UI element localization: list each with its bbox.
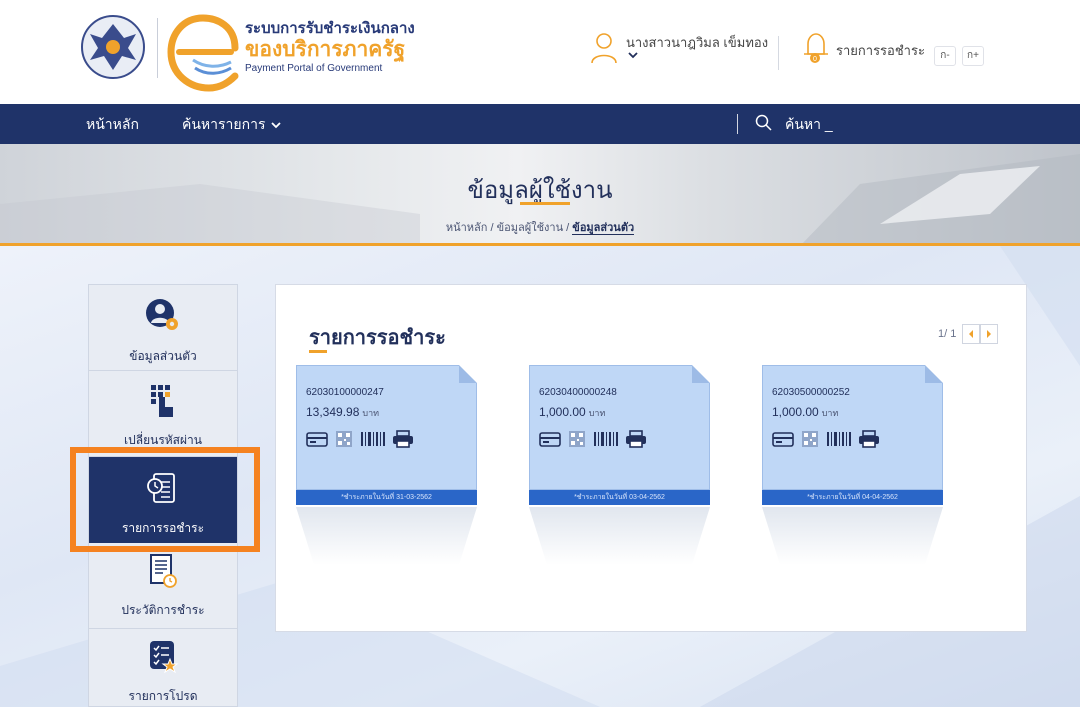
card-reflection xyxy=(762,507,943,565)
nav-separator xyxy=(737,114,738,134)
history-document-icon xyxy=(150,554,177,588)
prev-page-button[interactable] xyxy=(962,324,980,344)
user-menu[interactable]: นางสาวนาฎวิมล เข็มทอง xyxy=(590,26,780,74)
svg-text:0: 0 xyxy=(813,56,817,63)
credit-card-icon[interactable] xyxy=(539,429,561,449)
due-date: *ชำระภายในวันที่ 03-04-2562 xyxy=(529,490,710,505)
nav-home-label: หน้าหลัก xyxy=(86,116,139,132)
payment-amount: 1,000.00 บาท xyxy=(539,405,605,420)
card-fold xyxy=(692,365,710,383)
chevron-down-icon xyxy=(628,52,638,59)
sidebar-item-personal-info[interactable]: ข้อมูลส่วนตัว xyxy=(89,285,237,371)
breadcrumb: หน้าหลัก / ข้อมูลผู้ใช้งาน / ข้อมูลส่วนต… xyxy=(0,218,1080,236)
barcode-icon[interactable] xyxy=(826,429,852,449)
payment-methods xyxy=(539,429,699,449)
search-input[interactable]: ค้นหา _ xyxy=(755,113,955,135)
panel-title-underline xyxy=(309,350,327,353)
brand-text: ระบบการรับชำระเงินกลาง ของบริการภาครัฐ P… xyxy=(245,20,415,75)
caret-left-icon xyxy=(969,330,973,338)
sidebar-item-label: ประวัติการชำระ xyxy=(121,603,205,617)
user-icon xyxy=(591,33,617,64)
keypad-icon xyxy=(151,385,173,417)
panel-title: รายการรอชำระ xyxy=(309,327,446,349)
nav-search-items-label: ค้นหารายการ xyxy=(182,116,266,132)
search-icon xyxy=(755,114,772,131)
qr-code-icon[interactable] xyxy=(334,429,354,449)
card-reflection xyxy=(529,507,710,565)
amount-value: 1,000.00 xyxy=(539,405,586,419)
pending-payments-label: รายการรอชำระ xyxy=(836,43,925,58)
search-placeholder: ค้นหา _ xyxy=(785,116,833,132)
font-increase-button[interactable]: ก+ xyxy=(962,46,984,66)
amount-value: 13,349.98 xyxy=(306,405,360,419)
caret-right-icon xyxy=(987,330,991,338)
amount-unit: บาท xyxy=(362,408,380,418)
breadcrumb-current: ข้อมูลส่วนตัว xyxy=(572,222,635,235)
card-reflection xyxy=(296,507,477,565)
site-header: ระบบการรับชำระเงินกลาง ของบริการภาครัฐ P… xyxy=(0,0,1080,104)
pagination-text: 1/ 1 xyxy=(938,328,957,340)
brand-line-2: ของบริการภาครัฐ xyxy=(245,38,406,61)
sidebar-item-label: ข้อมูลส่วนตัว xyxy=(129,349,197,363)
payment-methods xyxy=(772,429,932,449)
payment-methods xyxy=(306,429,466,449)
title-underline xyxy=(520,202,570,205)
font-decrease-button[interactable]: ก- xyxy=(934,46,956,66)
e-payment-logo xyxy=(167,14,239,92)
payment-card[interactable]: 62030400000248 1,000.00 บาท *ชำระภายในวัน… xyxy=(529,365,710,565)
favorite-list-icon xyxy=(150,641,179,674)
breadcrumb-user-info[interactable]: ข้อมูลผู้ใช้งาน xyxy=(497,222,563,234)
next-page-button[interactable] xyxy=(980,324,998,344)
nav-home[interactable]: หน้าหลัก xyxy=(86,114,139,136)
sidebar-item-payment-history[interactable]: ประวัติการชำระ xyxy=(89,543,237,629)
amount-value: 1,000.00 xyxy=(772,405,819,419)
payment-amount: 1,000.00 บาท xyxy=(772,405,838,420)
due-date: *ชำระภายในวันที่ 31-03-2562 xyxy=(296,490,477,505)
payment-card[interactable]: 62030500000252 1,000.00 บาท *ชำระภายในวัน… xyxy=(762,365,943,565)
card-face xyxy=(296,365,477,490)
card-fold xyxy=(925,365,943,383)
sidebar-item-label: รายการโปรด xyxy=(128,689,198,703)
qr-code-icon[interactable] xyxy=(800,429,820,449)
header-separator xyxy=(778,36,779,70)
user-gear-icon xyxy=(146,299,178,330)
qr-code-icon[interactable] xyxy=(567,429,587,449)
header-divider xyxy=(157,18,158,78)
printer-icon[interactable] xyxy=(858,429,880,449)
government-emblem-logo xyxy=(81,15,145,79)
payment-amount: 13,349.98 บาท xyxy=(306,405,379,420)
chevron-down-icon xyxy=(271,122,282,129)
amount-unit: บาท xyxy=(588,408,606,418)
due-date: *ชำระภายในวันที่ 04-04-2562 xyxy=(762,490,943,505)
amount-unit: บาท xyxy=(821,408,839,418)
card-face xyxy=(529,365,710,490)
sidebar-item-change-password[interactable]: เปลี่ยนรหัสผ่าน xyxy=(89,371,237,457)
brand-line-3: Payment Portal of Government xyxy=(245,63,383,74)
breadcrumb-home[interactable]: หน้าหลัก xyxy=(446,222,488,234)
user-name: นางสาวนาฎวิมล เข็มทอง xyxy=(626,35,769,50)
brand-line-1: ระบบการรับชำระเงินกลาง xyxy=(245,20,415,37)
credit-card-icon[interactable] xyxy=(772,429,794,449)
pagination: 1/ 1 xyxy=(938,324,998,346)
barcode-icon[interactable] xyxy=(360,429,386,449)
credit-card-icon[interactable] xyxy=(306,429,328,449)
sidebar-item-favorites[interactable]: รายการโปรด xyxy=(89,629,237,707)
printer-icon[interactable] xyxy=(625,429,647,449)
payment-card[interactable]: 62030100000247 13,349.98 บาท *ชำระภายในวั… xyxy=(296,365,477,565)
highlight-annotation xyxy=(70,447,260,552)
payment-reference: 62030400000248 xyxy=(539,387,617,398)
bell-icon: 0 xyxy=(804,33,828,63)
barcode-icon[interactable] xyxy=(593,429,619,449)
printer-icon[interactable] xyxy=(392,429,414,449)
card-fold xyxy=(459,365,477,383)
pending-payments-link[interactable]: 0 รายการรอชำระ xyxy=(800,26,930,74)
payment-reference: 62030500000252 xyxy=(772,387,850,398)
card-face xyxy=(762,365,943,490)
nav-search-items[interactable]: ค้นหารายการ xyxy=(182,114,282,136)
payment-reference: 62030100000247 xyxy=(306,387,384,398)
